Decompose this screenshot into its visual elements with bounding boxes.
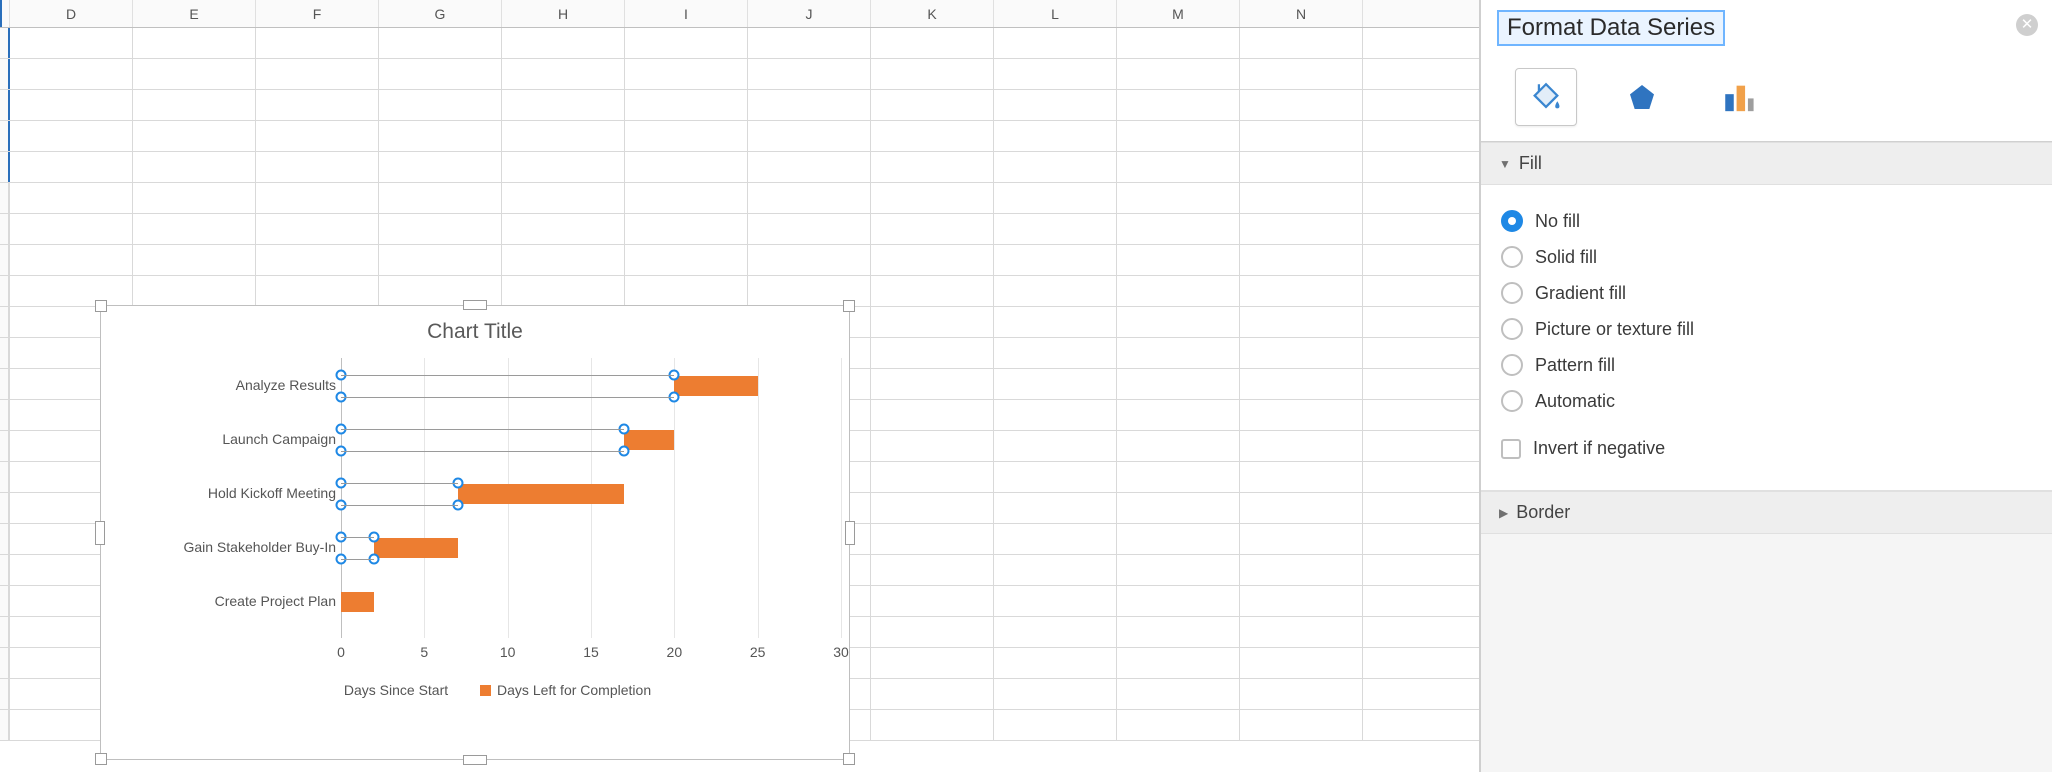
invert-if-negative[interactable]: Invert if negative xyxy=(1501,431,2032,466)
radio-label: Automatic xyxy=(1535,391,1615,412)
close-pane-button[interactable]: ✕ xyxy=(2016,14,2038,36)
chart-plot-area[interactable]: 051015202530Analyze ResultsLaunch Campai… xyxy=(141,358,809,678)
chart-legend[interactable]: Days Since Start Days Left for Completio… xyxy=(101,678,849,698)
checkbox-label: Invert if negative xyxy=(1533,438,1665,459)
selection-edge xyxy=(341,483,458,484)
pane-title[interactable]: Format Data Series xyxy=(1497,10,1725,46)
bar-segment-days-left[interactable] xyxy=(458,484,625,504)
resize-handle-bl[interactable] xyxy=(95,753,107,765)
bar-row[interactable]: Launch Campaign xyxy=(141,412,809,466)
x-tick-label: 0 xyxy=(337,644,345,660)
resize-handle-tr[interactable] xyxy=(843,300,855,312)
radio-icon xyxy=(1501,282,1523,304)
radio-icon xyxy=(1501,390,1523,412)
selection-edge xyxy=(341,429,624,430)
radio-label: Picture or texture fill xyxy=(1535,319,1694,340)
chevron-down-icon: ▼ xyxy=(1499,157,1511,171)
bar-row[interactable]: Hold Kickoff Meeting xyxy=(141,466,809,520)
resize-handle-bm[interactable] xyxy=(463,755,487,765)
bar-segment-days-left[interactable] xyxy=(341,592,374,612)
resize-handle-br[interactable] xyxy=(843,753,855,765)
radio-label: Pattern fill xyxy=(1535,355,1615,376)
section-fill-header[interactable]: ▼ Fill xyxy=(1481,142,2052,185)
x-tick-label: 10 xyxy=(500,644,516,660)
bar-row[interactable]: Analyze Results xyxy=(141,358,809,412)
category-label: Gain Stakeholder Buy-In xyxy=(183,539,336,555)
selection-edge xyxy=(341,505,458,506)
selection-edge xyxy=(341,375,674,376)
radio-icon xyxy=(1501,246,1523,268)
radio-icon xyxy=(1501,318,1523,340)
fill-option-solid-fill[interactable]: Solid fill xyxy=(1501,239,2032,275)
col-header-M[interactable]: M xyxy=(1117,0,1240,27)
resize-handle-tm[interactable] xyxy=(463,300,487,310)
fill-option-automatic[interactable]: Automatic xyxy=(1501,383,2032,419)
tab-effects[interactable] xyxy=(1611,68,1673,126)
fill-option-pattern-fill[interactable]: Pattern fill xyxy=(1501,347,2032,383)
spreadsheet-area: D E F G H I J K L M N xyxy=(0,0,1480,772)
bar-row[interactable]: Create Project Plan xyxy=(141,574,809,628)
fill-option-no-fill[interactable]: No fill xyxy=(1501,203,2032,239)
pentagon-icon xyxy=(1626,81,1658,113)
grid-line xyxy=(841,358,842,638)
radio-label: Gradient fill xyxy=(1535,283,1626,304)
bar-segment-days-left[interactable] xyxy=(624,430,674,450)
legend-label-2: Days Left for Completion xyxy=(497,682,651,698)
chart-title[interactable]: Chart Title xyxy=(101,306,849,354)
x-tick-label: 5 xyxy=(420,644,428,660)
embedded-chart[interactable]: Chart Title 0 5 10 15 20 25 30 Analyze Results L… xyxy=(100,305,850,760)
selection-edge xyxy=(341,451,624,452)
section-border-label: Border xyxy=(1516,502,1570,523)
selection-edge xyxy=(341,537,374,538)
col-header-G[interactable]: G xyxy=(379,0,502,27)
x-tick-label: 20 xyxy=(667,644,683,660)
bar-segment-days-left[interactable] xyxy=(674,376,757,396)
pane-tabs xyxy=(1481,54,2052,142)
tab-series-options[interactable] xyxy=(1707,68,1769,126)
col-header-J[interactable]: J xyxy=(748,0,871,27)
selection-edge xyxy=(341,559,374,560)
col-header-D[interactable]: D xyxy=(10,0,133,27)
close-icon: ✕ xyxy=(2021,16,2034,33)
radio-label: No fill xyxy=(1535,211,1580,232)
fill-option-picture-fill[interactable]: Picture or texture fill xyxy=(1501,311,2032,347)
x-tick-label: 25 xyxy=(750,644,766,660)
col-header-K[interactable]: K xyxy=(871,0,994,27)
checkbox-icon xyxy=(1501,439,1521,459)
resize-handle-mr[interactable] xyxy=(845,521,855,545)
category-label: Analyze Results xyxy=(236,377,336,393)
bar-chart-icon xyxy=(1721,80,1755,114)
bar-row[interactable]: Gain Stakeholder Buy-In xyxy=(141,520,809,574)
paint-bucket-icon xyxy=(1529,80,1563,114)
format-data-series-pane: Format Data Series ✕ ▼ Fill xyxy=(1480,0,2052,772)
radio-icon xyxy=(1501,354,1523,376)
selection-edge xyxy=(341,397,674,398)
x-tick-label: 30 xyxy=(833,644,849,660)
chevron-right-icon: ▶ xyxy=(1499,506,1508,520)
radio-label: Solid fill xyxy=(1535,247,1597,268)
legend-swatch-2 xyxy=(480,685,491,696)
section-border-header[interactable]: ▶ Border xyxy=(1481,491,2052,534)
resize-handle-tl[interactable] xyxy=(95,300,107,312)
column-header-row: D E F G H I J K L M N xyxy=(0,0,1479,28)
col-header-N[interactable]: N xyxy=(1240,0,1363,27)
col-header-L[interactable]: L xyxy=(994,0,1117,27)
section-fill-label: Fill xyxy=(1519,153,1542,174)
legend-label-1: Days Since Start xyxy=(344,682,448,698)
col-header-E[interactable]: E xyxy=(133,0,256,27)
tab-fill-and-line[interactable] xyxy=(1515,68,1577,126)
resize-handle-ml[interactable] xyxy=(95,521,105,545)
col-header-I[interactable]: I xyxy=(625,0,748,27)
section-fill-body: No fill Solid fill Gradient fill Picture… xyxy=(1481,185,2052,491)
bar-segment-days-left[interactable] xyxy=(374,538,457,558)
radio-icon xyxy=(1501,210,1523,232)
col-header-H[interactable]: H xyxy=(502,0,625,27)
x-tick-label: 15 xyxy=(583,644,599,660)
category-label: Create Project Plan xyxy=(215,593,336,609)
col-header-F[interactable]: F xyxy=(256,0,379,27)
fill-option-gradient-fill[interactable]: Gradient fill xyxy=(1501,275,2032,311)
legend-swatch-1 xyxy=(327,685,338,696)
category-label: Launch Campaign xyxy=(222,431,336,447)
category-label: Hold Kickoff Meeting xyxy=(208,485,336,501)
